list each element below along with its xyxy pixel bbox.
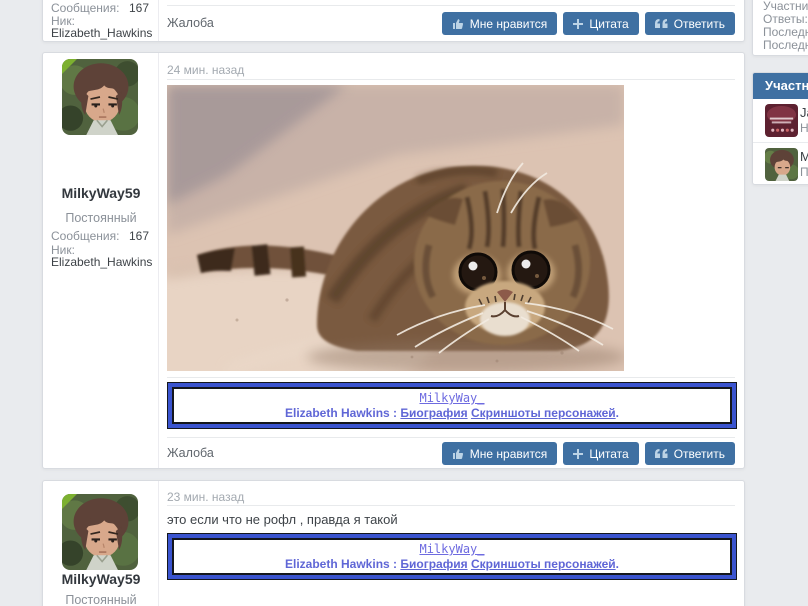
quote-button[interactable]: Цитата	[563, 12, 639, 35]
member-2-rank: Пос	[800, 165, 808, 179]
messages-value: 167	[128, 229, 149, 243]
member-2-avatar	[765, 148, 798, 181]
online-indicator-badge	[62, 494, 77, 509]
member-2-avatar-image	[765, 148, 798, 181]
messages-value: 167	[128, 1, 149, 15]
author-name[interactable]: MilkyWay59	[43, 185, 159, 201]
report-link[interactable]: Жалоба	[167, 16, 214, 30]
reply-button-label: Ответить	[673, 446, 725, 461]
like-button-label: Мне нравится	[469, 446, 548, 461]
signature-divider	[167, 377, 735, 378]
messages-count-row: Сообщения: 167	[51, 229, 149, 243]
member-row-1[interactable]: Jan Нов	[753, 99, 808, 142]
post-card-top: Сообщения: 167 Ник: Elizabeth_Hawkins Жа…	[42, 0, 745, 42]
member-1-avatar	[765, 104, 798, 137]
reply-button[interactable]: Ответить	[644, 12, 735, 35]
stats-row-last-2: Последний	[763, 38, 808, 52]
messages-count-row: Сообщения: 167	[51, 1, 149, 15]
author-rank: Постоянный	[65, 593, 137, 606]
signature-suffix: .	[615, 406, 619, 420]
signature-bio-link[interactable]: Биография	[400, 557, 467, 571]
post-card-image: MilkyWay59 Постоянный Сообщения: 167 Ник…	[42, 52, 745, 469]
like-button-label: Мне нравится	[469, 16, 548, 31]
nick-value: Elizabeth_Hawkins	[51, 26, 153, 40]
signature-screens-link[interactable]: Скриншоты персонажей	[471, 406, 616, 420]
signature-block: MilkyWay_ Elizabeth Hawkins : Биография …	[167, 533, 737, 580]
online-indicator-badge	[62, 59, 77, 74]
signature-border: MilkyWay_ Elizabeth Hawkins : Биография …	[168, 383, 736, 428]
reply-button[interactable]: Ответить	[644, 442, 735, 465]
member-1-name: Jan	[800, 105, 808, 120]
thumbs-up-icon	[452, 448, 463, 459]
post-image-cat[interactable]	[167, 85, 624, 371]
post-header-divider	[167, 505, 735, 506]
report-link[interactable]: Жалоба	[167, 446, 214, 460]
post-top-user-column: Сообщения: 167 Ник: Elizabeth_Hawkins	[43, 0, 159, 41]
plus-icon	[573, 448, 584, 459]
post-body-text: это если что не рофл , правда я такой	[167, 512, 398, 527]
messages-label: Сообщения:	[51, 1, 120, 15]
quote-button-label: Цитата	[589, 16, 629, 31]
signature-line-2: Elizabeth Hawkins : Биография Скриншоты …	[285, 406, 619, 420]
post-card-text: MilkyWay59 Постоянный 23 мин. назад это …	[42, 480, 745, 606]
signature-content: MilkyWay_ Elizabeth Hawkins : Биография …	[172, 387, 732, 424]
quote-button[interactable]: Цитата	[563, 442, 639, 465]
signature-line-2: Elizabeth Hawkins : Биография Скриншоты …	[285, 557, 619, 571]
signature-content: MilkyWay_ Elizabeth Hawkins : Биография …	[172, 538, 732, 575]
signature-screens-link[interactable]: Скриншоты персонажей	[471, 557, 616, 571]
quote-marks-icon	[654, 449, 668, 458]
thumbs-up-icon	[452, 18, 463, 29]
like-button[interactable]: Мне нравится	[441, 442, 558, 465]
members-box: Участники Jan Нов	[752, 72, 808, 185]
post-actions: Мне нравится Цитата Ответить	[441, 12, 735, 35]
quote-marks-icon	[654, 19, 668, 28]
reply-button-label: Ответить	[673, 16, 725, 31]
topic-stats-rows: Участники Ответы: Последний Последний	[763, 0, 808, 52]
post-header-divider	[167, 79, 735, 80]
member-2-name: Mil	[800, 149, 808, 164]
members-box-title: Участники	[753, 73, 808, 99]
signature-bio-link[interactable]: Биография	[400, 406, 467, 420]
signature-block: MilkyWay_ Elizabeth Hawkins : Биография …	[167, 382, 737, 429]
author-name[interactable]: MilkyWay59	[43, 571, 159, 587]
topic-stats-box: Участники Ответы: Последний Последний	[752, 0, 808, 56]
signature-line-1: MilkyWay_	[419, 391, 484, 405]
signature-user-link[interactable]: MilkyWay_	[419, 542, 484, 556]
signature-name: Elizabeth Hawkins :	[285, 406, 398, 420]
signature-name: Elizabeth Hawkins :	[285, 557, 398, 571]
like-button[interactable]: Мне нравится	[441, 12, 558, 35]
post-image-user-column: MilkyWay59 Постоянный Сообщения: 167 Ник…	[43, 53, 159, 468]
scared-kitten-picture	[167, 85, 624, 371]
post-timestamp[interactable]: 24 мин. назад	[167, 63, 244, 77]
plus-icon	[573, 18, 584, 29]
messages-label: Сообщения:	[51, 229, 120, 243]
member-row-2[interactable]: Mil Пос	[753, 142, 808, 185]
post-text-user-column: MilkyWay59 Постоянный	[43, 481, 159, 606]
post-timestamp[interactable]: 23 мин. назад	[167, 490, 244, 504]
author-rank: Постоянный	[65, 211, 137, 225]
post-footer-divider	[167, 5, 735, 6]
signature-border: MilkyWay_ Elizabeth Hawkins : Биография …	[168, 534, 736, 579]
post-actions: Мне нравится Цитата Ответить	[441, 442, 735, 465]
quote-button-label: Цитата	[589, 446, 629, 461]
signature-suffix: .	[615, 557, 619, 571]
member-1-rank: Нов	[800, 121, 808, 135]
post-footer-divider	[167, 437, 735, 438]
nick-value: Elizabeth_Hawkins	[51, 255, 153, 269]
signature-user-link[interactable]: MilkyWay_	[419, 391, 484, 405]
signature-line-1: MilkyWay_	[419, 542, 484, 556]
member-1-avatar-image	[765, 104, 798, 137]
